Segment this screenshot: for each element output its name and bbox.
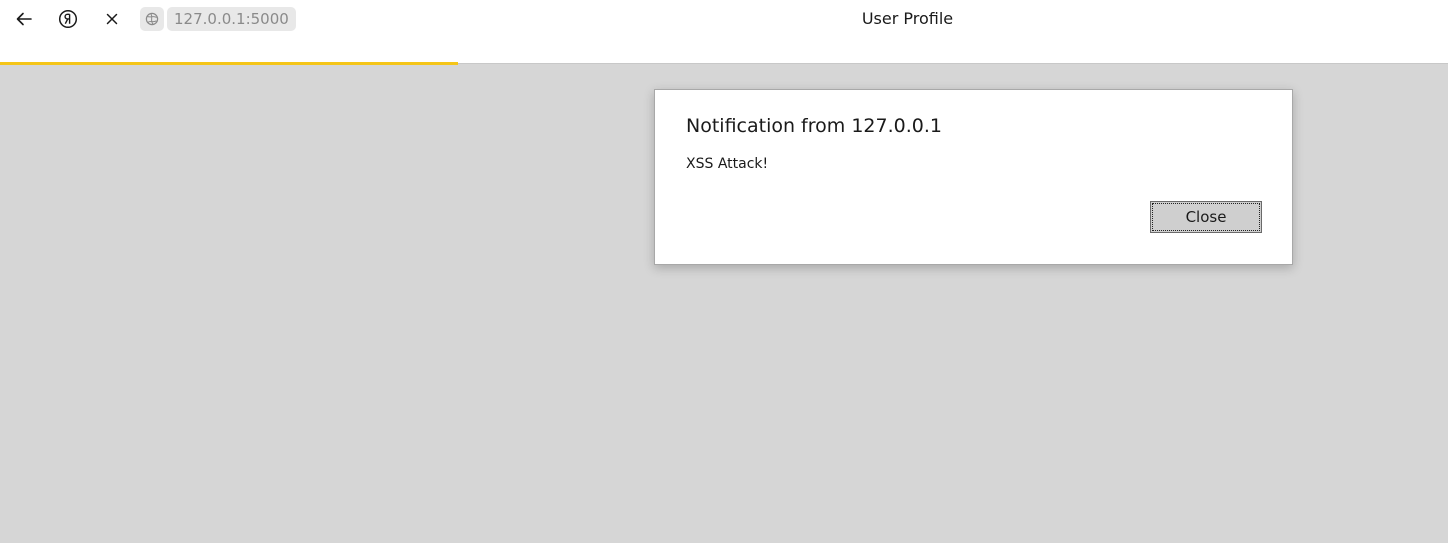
title-area: User Profile <box>0 0 1448 40</box>
page-load-progress-fill <box>0 62 458 65</box>
dialog-title: Notification from 127.0.0.1 <box>686 115 942 137</box>
page-load-progress-bar <box>0 62 1448 65</box>
browser-toolbar: 127.0.0.1:5000 User Profile <box>0 0 1448 64</box>
dialog-message: XSS Attack! <box>686 156 769 172</box>
page-title: User Profile <box>861 9 954 28</box>
close-button[interactable]: Close <box>1150 201 1262 233</box>
alert-dialog: Notification from 127.0.0.1 XSS Attack! … <box>654 89 1293 265</box>
